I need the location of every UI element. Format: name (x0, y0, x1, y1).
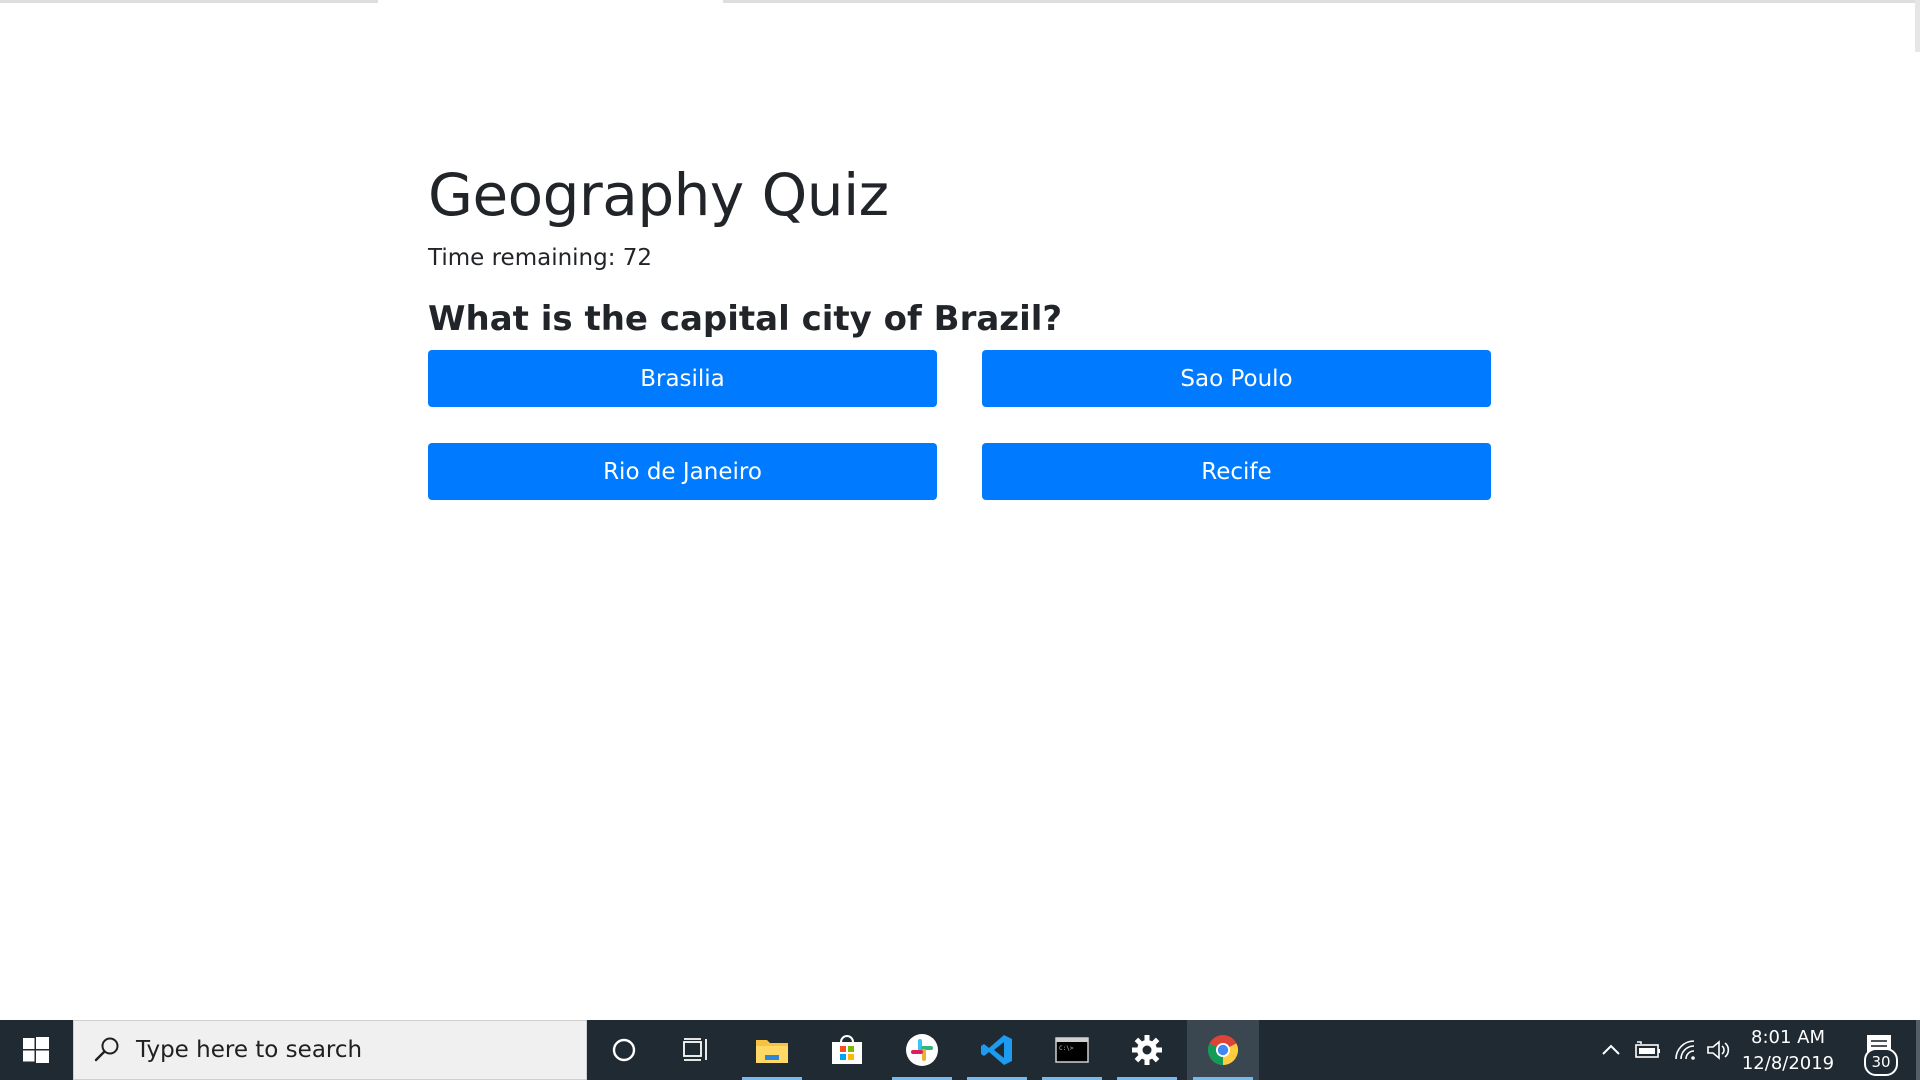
vscode-icon (981, 1035, 1012, 1065)
page-title: Geography Quiz (428, 161, 889, 229)
answer-grid: Brasilia Sao Poulo Rio de Janeiro Recife (428, 350, 1492, 500)
cortana-icon (612, 1038, 636, 1062)
speaker-icon (1707, 1040, 1730, 1060)
taskbar: Type here to search C:\> 8:01 AM 12/8/20… (0, 1020, 1920, 1080)
file-explorer-button[interactable] (736, 1020, 808, 1080)
answer-button-rio-de-janeiro[interactable]: Rio de Janeiro (428, 443, 937, 500)
time-remaining: Time remaining: 72 (428, 245, 653, 271)
network-button[interactable] (1668, 1020, 1702, 1080)
start-button[interactable] (0, 1020, 72, 1080)
settings-button[interactable] (1111, 1020, 1183, 1080)
chrome-button[interactable] (1187, 1020, 1259, 1080)
scrollbar[interactable] (1915, 0, 1920, 52)
notification-count-badge: 30 (1864, 1048, 1898, 1076)
search-placeholder: Type here to search (136, 1037, 363, 1063)
show-desktop-button[interactable] (1916, 1020, 1920, 1080)
screen: Geography Quiz Time remaining: 72 What i… (0, 0, 1920, 1080)
chevron-up-icon (1602, 1044, 1620, 1055)
vscode-button[interactable] (961, 1020, 1033, 1080)
file-explorer-icon (756, 1040, 788, 1063)
cortana-button[interactable] (588, 1020, 660, 1080)
terminal-button[interactable]: C:\> (1036, 1020, 1108, 1080)
clock-date: 12/8/2019 (1741, 1053, 1835, 1074)
taskbar-search-box[interactable]: Type here to search (73, 1020, 587, 1080)
microsoft-store-button[interactable] (811, 1020, 883, 1080)
clock-time: 8:01 AM (1751, 1027, 1825, 1048)
task-view-icon (683, 1038, 707, 1061)
question-text: What is the capital city of Brazil? (428, 299, 1063, 339)
show-hidden-icons-button[interactable] (1596, 1020, 1626, 1080)
taskbar-clock[interactable]: 8:01 AM 12/8/2019 (1734, 1020, 1842, 1080)
quiz-container: Geography Quiz Time remaining: 72 What i… (428, 150, 1492, 500)
wifi-icon (1675, 1040, 1695, 1060)
svg-text:C:\>: C:\> (1059, 1045, 1074, 1052)
battery-icon (1635, 1041, 1660, 1058)
answer-button-recife[interactable]: Recife (982, 443, 1491, 500)
slack-icon (906, 1034, 938, 1066)
browser-top-edge (723, 0, 1915, 3)
microsoft-store-icon (832, 1035, 862, 1064)
browser-top-edge (0, 0, 378, 3)
search-icon (94, 1037, 119, 1062)
gear-icon (1132, 1035, 1162, 1065)
chrome-icon (1208, 1035, 1238, 1065)
volume-button[interactable] (1704, 1020, 1734, 1080)
answer-button-brasilia[interactable]: Brasilia (428, 350, 937, 407)
terminal-icon: C:\> (1055, 1037, 1089, 1063)
slack-button[interactable] (886, 1020, 958, 1080)
windows-logo-icon (23, 1037, 49, 1063)
battery-button[interactable] (1630, 1020, 1664, 1080)
task-view-button[interactable] (660, 1020, 732, 1080)
answer-button-sao-poulo[interactable]: Sao Poulo (982, 350, 1491, 407)
